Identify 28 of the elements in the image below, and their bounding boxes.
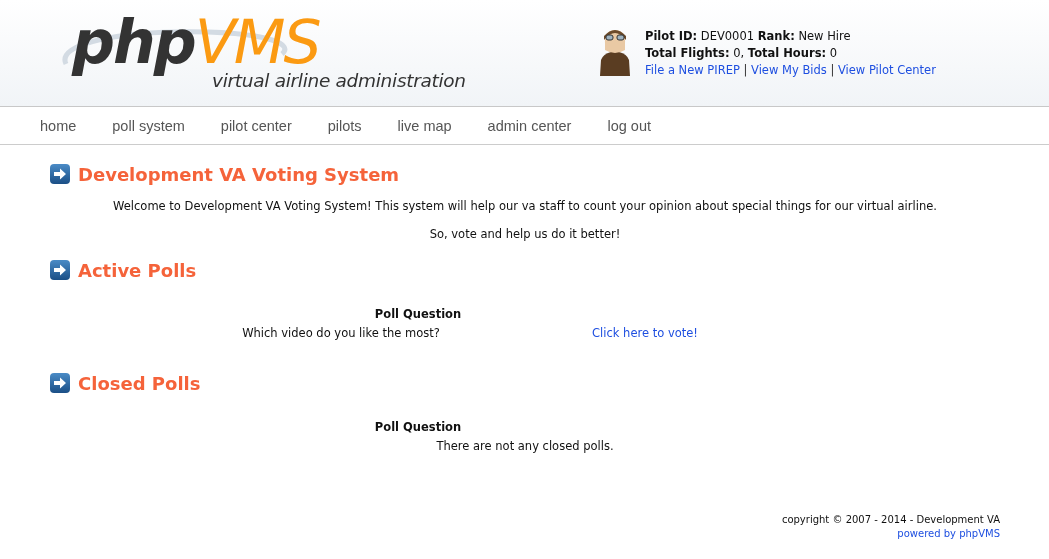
column-header: Poll Question [373, 420, 463, 434]
nav-link[interactable]: admin center [469, 117, 590, 134]
vote-link[interactable]: Click here to vote! [592, 326, 698, 340]
section-heading: Closed Polls [78, 372, 201, 394]
pilot-link[interactable]: File a New PIREP [645, 63, 740, 77]
link-separator: | [743, 63, 748, 77]
pilot-link[interactable]: View Pilot Center [837, 63, 936, 77]
pilot-avatar-icon [599, 28, 631, 76]
section-heading: Development VA Voting System [78, 163, 400, 185]
link-separator: | [830, 63, 835, 77]
poll-question: Which video do you like the most? [242, 326, 440, 340]
powered-by-link[interactable]: powered by phpVMS [897, 527, 1000, 541]
pilot-info-text: Total Flights: 0, Total Hours: 0 [645, 45, 839, 62]
nav-link[interactable]: log out [589, 117, 669, 134]
intro-paragraph: Welcome to Development VA Voting System! This system will help our va staff to count your opinion about special things for our virtual airline. [112, 199, 938, 213]
pilot-info-text: Pilot ID: DEV0001 Rank: New Hire [645, 28, 852, 45]
nav-link[interactable]: pilot center [202, 117, 310, 134]
nav-link[interactable]: poll system [94, 117, 203, 134]
intro-paragraph: So, vote and help us do it better! [428, 227, 622, 241]
section-heading: Active Polls [78, 259, 197, 281]
nav-link[interactable]: pilots [309, 117, 380, 134]
pilot-link[interactable]: View My Bids [751, 63, 827, 77]
logo-text: php [72, 10, 195, 74]
empty-message: There are not any closed polls. [436, 439, 614, 453]
column-header: Poll Question [373, 307, 463, 321]
nav-link[interactable]: live map [379, 117, 470, 134]
nav-link[interactable]: home [22, 117, 95, 134]
copyright-text: copyright © 2007 - 2014 - Development VA [781, 513, 1000, 527]
